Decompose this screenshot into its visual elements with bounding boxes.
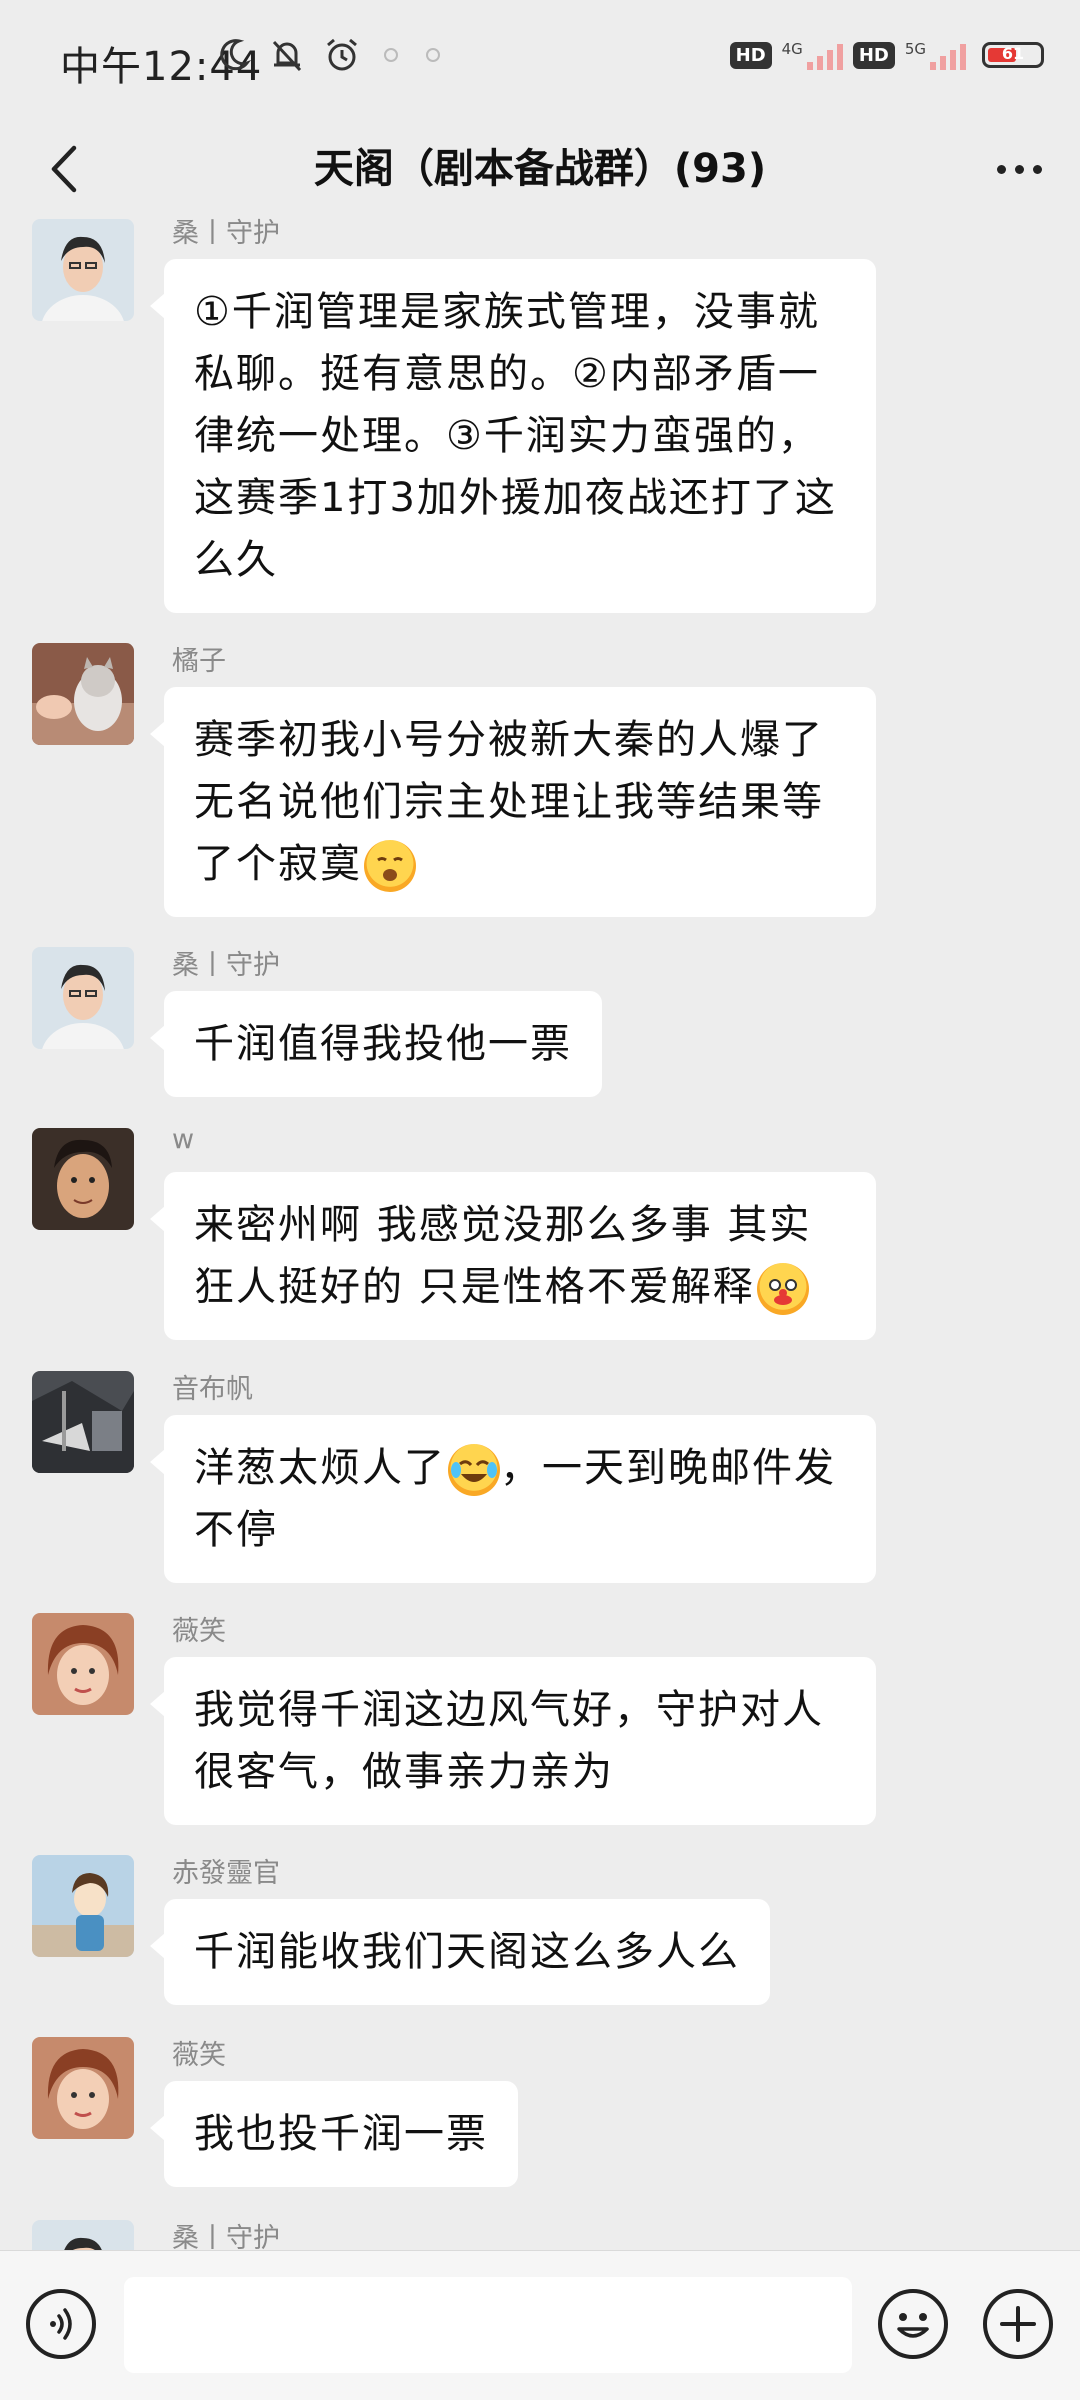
network-type-label: 4G [781, 40, 803, 58]
message-text: 我也投千润一票 [194, 2111, 488, 2157]
sender-name: 薇笑 [172, 2040, 226, 2071]
message-bubble[interactable]: 我也投千润一票 [150, 2081, 518, 2187]
hd-badge: HD [729, 41, 772, 69]
status-icons-right: HD 4G HD 5G 61 [729, 40, 1044, 70]
laughing-tears-emoji-icon [448, 1444, 500, 1496]
message-bubble[interactable]: 洋葱太烦人了 ，一天到晚邮件发不停 [150, 1415, 876, 1583]
more-dots-icon [996, 164, 1006, 174]
message-bubble[interactable]: 千润值得我投他一票 [150, 991, 602, 1097]
network-type-label-2: 5G [904, 40, 926, 58]
clown-face-emoji-icon [756, 1263, 809, 1315]
message-text: ①千润管理是家族式管理，没事就私聊。挺有意思的。②内部矛盾一律统一处理。③千润实… [194, 289, 837, 583]
message-text: 来密州啊 我感觉没那么多事 其实狂人挺好的 只是性格不爱解释 [194, 1202, 812, 1310]
message-list[interactable]: 桑丨守护 ①千润管理是家族式管理，没事就私聊。挺有意思的。②内部矛盾一律统一处理… [0, 215, 1080, 2250]
smiley-icon [897, 2313, 929, 2338]
sender-name: 桑丨守护 [172, 218, 280, 249]
notification-dot-icon [384, 48, 398, 62]
avatar[interactable] [32, 947, 134, 1049]
message-text: 赛季初我小号分被新大秦的人爆了无名说他们宗主处理让我等结果等了个寂寞 [194, 717, 824, 887]
message-text: 我觉得千润这边风气好，守护对人很客气，做事亲力亲为 [194, 1687, 824, 1795]
message-bubble[interactable]: 赛季初我小号分被新大秦的人爆了无名说他们宗主处理让我等结果等了个寂寞 [150, 687, 876, 917]
emoji-button[interactable] [878, 2289, 948, 2359]
message-bubble[interactable]: 千润能收我们天阁这么多人么 [150, 1899, 770, 2005]
sender-name: 桑丨守护 [172, 2223, 280, 2250]
sad-face-emoji-icon [364, 840, 416, 892]
avatar[interactable] [32, 1613, 134, 1715]
sender-name: 音布帆 [172, 1374, 253, 1405]
voice-button[interactable] [26, 2289, 96, 2359]
plus-icon [1000, 2306, 1036, 2342]
voice-icon [50, 2308, 72, 2340]
avatar[interactable] [32, 1855, 134, 1957]
message-bubble[interactable]: 来密州啊 我感觉没那么多事 其实狂人挺好的 只是性格不爱解释 [150, 1172, 876, 1340]
message-text: 洋葱太烦人了 [194, 1445, 446, 1491]
sender-name: w [172, 1124, 195, 1155]
signal-icon [806, 40, 843, 70]
message-bubble[interactable]: 我觉得千润这边风气好，守护对人很客气，做事亲力亲为 [150, 1657, 876, 1825]
more-button[interactable] [984, 134, 1054, 204]
plus-button[interactable] [983, 2289, 1053, 2359]
avatar[interactable] [32, 2037, 134, 2139]
avatar[interactable] [32, 643, 134, 745]
signal-icon-2 [930, 40, 966, 70]
battery-percentage: 61 [1001, 44, 1025, 63]
message-text: 千润值得我投他一票 [194, 1021, 572, 1067]
message-input[interactable] [124, 2277, 852, 2373]
nav-bar: 天阁（剧本备战群）(93) [0, 120, 1080, 215]
battery-icon: 61 [982, 42, 1044, 68]
status-icons-left [215, 36, 445, 74]
avatar[interactable] [32, 219, 134, 321]
status-bar: 中午12:44 HD 4G HD 5G 61 [0, 0, 1080, 120]
input-bar [0, 2250, 1080, 2400]
avatar[interactable] [32, 1128, 134, 1230]
message-bubble[interactable]: ①千润管理是家族式管理，没事就私聊。挺有意思的。②内部矛盾一律统一处理。③千润实… [150, 259, 876, 613]
mute-bell-icon [272, 40, 302, 72]
avatar[interactable] [32, 1371, 134, 1473]
avatar[interactable] [32, 2220, 134, 2250]
sender-name: 赤發靈官 [172, 1858, 280, 1889]
sender-name: 桑丨守护 [172, 950, 280, 981]
chat-screen: 中午12:44 HD 4G HD 5G 61 天阁（剧本备战群）(93) 桑丨守… [0, 0, 1080, 2400]
sender-name: 橘子 [172, 646, 226, 677]
message-text: 千润能收我们天阁这么多人么 [194, 1929, 740, 1975]
notification-dot-icon-2 [426, 48, 440, 62]
hd-badge-2: HD [852, 41, 895, 69]
moon-icon [220, 39, 251, 71]
alarm-icon [327, 38, 357, 71]
chat-title: 天阁（剧本备战群）(93) [313, 146, 767, 192]
sender-name: 薇笑 [172, 1616, 226, 1647]
